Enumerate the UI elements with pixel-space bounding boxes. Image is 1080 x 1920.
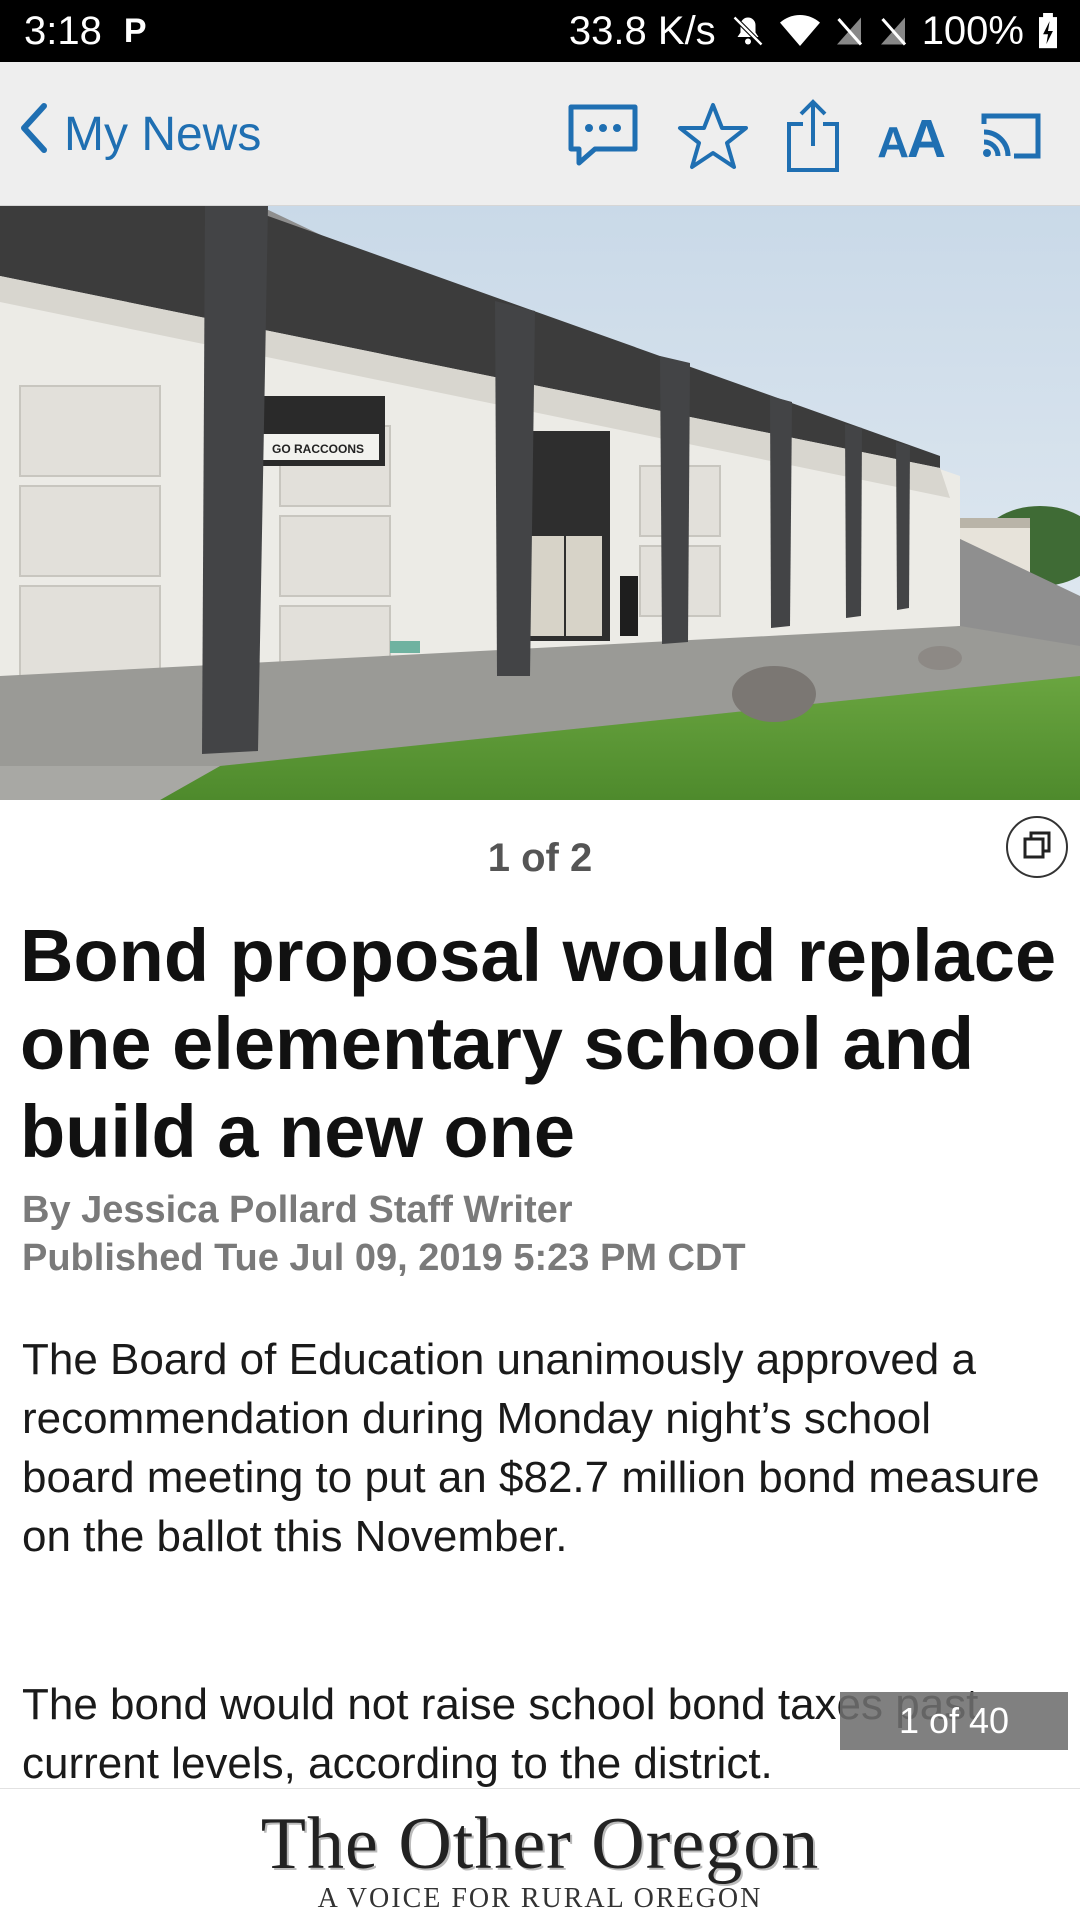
network-speed: 33.8 K/s (568, 8, 716, 53)
status-right: 33.8 K/s 100% (569, 9, 1058, 54)
cast-icon[interactable] (980, 110, 1042, 167)
toolbar-actions: AA (529, 98, 1042, 179)
school-sign-text: GO RACCOONS (272, 442, 364, 456)
no-sim-icon (878, 14, 908, 48)
status-time: 3:18 (24, 8, 102, 53)
text-size-icon[interactable]: AA (877, 108, 946, 169)
comments-icon[interactable] (565, 103, 641, 174)
no-sim-icon (834, 14, 864, 48)
article-page-indicator: 1 of 40 (840, 1692, 1068, 1750)
back-label: My News (64, 107, 262, 161)
ad-subtitle: A VOICE FOR RURAL OREGON (317, 1883, 763, 1914)
battery-level: 100% (921, 8, 1024, 53)
byline-block: By Jessica Pollard Staff Writer Publishe… (22, 1186, 746, 1282)
article-published-date: Published Tue Jul 09, 2019 5:23 PM CDT (22, 1237, 746, 1279)
app-notification-icon: P (123, 11, 147, 50)
chevron-left-icon (18, 102, 48, 166)
text-size-large-a: A (907, 108, 946, 169)
status-left: 3:18 P (24, 9, 147, 54)
gallery-button[interactable] (1006, 816, 1068, 878)
share-icon[interactable] (785, 98, 841, 179)
status-bar: 3:18 P 33.8 K/s 100% (0, 0, 1080, 62)
article-paragraph: The Board of Education unanimously appro… (22, 1335, 1040, 1561)
article-photo[interactable]: GO RACCOONS (0, 206, 1080, 800)
gallery-icon (1021, 829, 1053, 866)
footer-banner-ad[interactable]: The Other Oregon A VOICE FOR RURAL OREGO… (0, 1788, 1080, 1920)
back-button[interactable]: My News (18, 102, 261, 166)
article-author[interactable]: By Jessica Pollard Staff Writer (22, 1186, 746, 1234)
mute-icon (730, 13, 766, 49)
photo-counter: 1 of 2 (487, 836, 593, 880)
article-toolbar: My News AA (0, 62, 1080, 206)
text-size-small-a: A (877, 117, 909, 167)
battery-icon (1038, 13, 1058, 49)
article-headline: Bond proposal would replace one elementa… (20, 914, 1057, 1173)
wifi-icon (779, 14, 820, 48)
ad-title: The Other Oregon (260, 1803, 820, 1885)
favorite-star-icon[interactable] (677, 101, 749, 176)
